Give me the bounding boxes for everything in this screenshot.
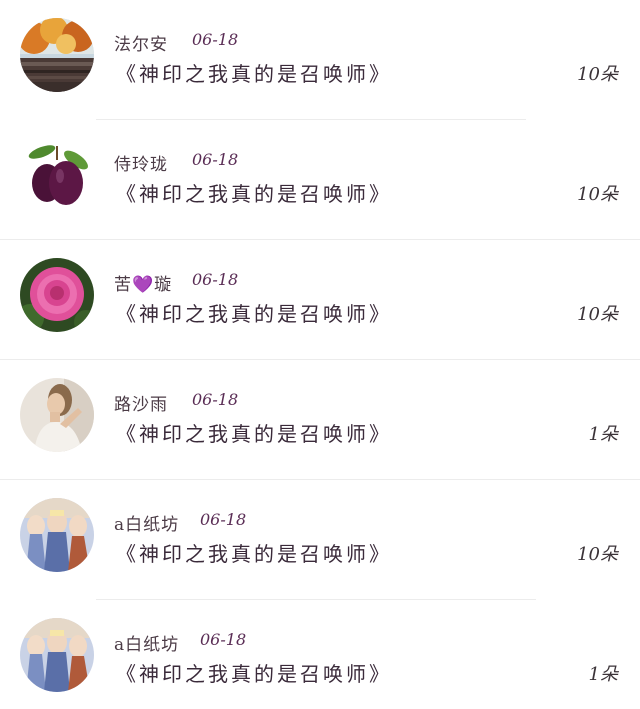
list-item[interactable]: 法尔安 06-18 《神印之我真的是召唤师》 10朵	[0, 0, 640, 120]
user-name[interactable]: 路沙雨	[114, 390, 168, 415]
gift-date: 06-18	[192, 390, 239, 409]
gift-record-list: 法尔安 06-18 《神印之我真的是召唤师》 10朵 侍玲珑 06-18 《神印…	[0, 0, 640, 709]
list-item[interactable]: 苦💜璇 06-18 《神印之我真的是召唤师》 10朵	[0, 240, 640, 360]
list-item[interactable]: 侍玲珑 06-18 《神印之我真的是召唤师》 10朵	[0, 120, 640, 240]
book-title[interactable]: 《神印之我真的是召唤师》	[116, 298, 392, 327]
autumn-trees-avatar[interactable]	[20, 18, 94, 92]
plum-avatar[interactable]	[20, 138, 94, 212]
book-title[interactable]: 《神印之我真的是召唤师》	[116, 538, 392, 567]
user-name[interactable]: 法尔安	[114, 30, 168, 55]
user-name[interactable]: a白纸坊	[114, 510, 179, 535]
book-title[interactable]: 《神印之我真的是召唤师》	[116, 658, 392, 687]
user-name[interactable]: 苦💜璇	[114, 270, 172, 295]
book-title[interactable]: 《神印之我真的是召唤师》	[116, 178, 392, 207]
gift-count: 1朵	[588, 424, 618, 445]
anime-characters-avatar[interactable]	[20, 618, 94, 692]
gift-count: 10朵	[577, 304, 618, 325]
gift-date: 06-18	[200, 510, 247, 529]
gift-count: 10朵	[577, 544, 618, 565]
gift-date: 06-18	[200, 630, 247, 649]
list-item[interactable]: 路沙雨 06-18 《神印之我真的是召唤师》 1朵	[0, 360, 640, 480]
gift-date: 06-18	[192, 150, 239, 169]
gift-date: 06-18	[192, 270, 239, 289]
gift-count: 1朵	[588, 664, 618, 685]
user-name[interactable]: a白纸坊	[114, 630, 179, 655]
user-name[interactable]: 侍玲珑	[114, 150, 168, 175]
book-title[interactable]: 《神印之我真的是召唤师》	[116, 418, 392, 447]
gift-count: 10朵	[577, 184, 618, 205]
list-item[interactable]: a白纸坊 06-18 《神印之我真的是召唤师》 10朵	[0, 480, 640, 600]
list-item[interactable]: a白纸坊 06-18 《神印之我真的是召唤师》 1朵	[0, 600, 640, 709]
book-title[interactable]: 《神印之我真的是召唤师》	[116, 58, 392, 87]
pink-rose-avatar[interactable]	[20, 258, 94, 332]
woman-portrait-avatar[interactable]	[20, 378, 94, 452]
anime-characters-avatar[interactable]	[20, 498, 94, 572]
gift-count: 10朵	[577, 64, 618, 85]
gift-date: 06-18	[192, 30, 239, 49]
